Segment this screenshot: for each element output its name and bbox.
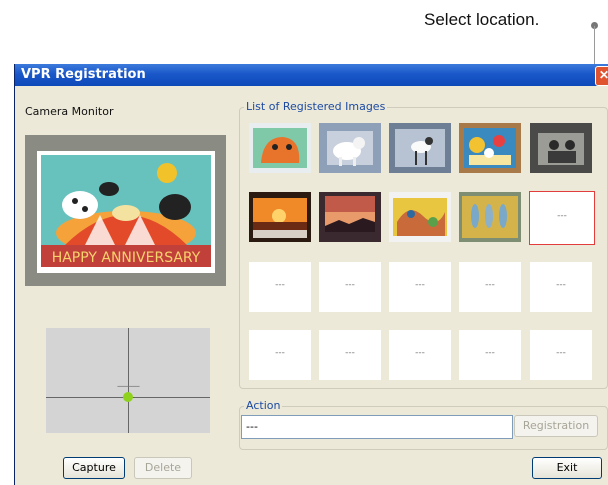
empty-slot-text: --- bbox=[556, 348, 566, 358]
title-bar[interactable]: VPR Registration ✕ bbox=[15, 64, 608, 86]
empty-slot-text: --- bbox=[275, 348, 285, 358]
empty-slot-text: --- bbox=[345, 280, 355, 290]
registered-image-slot[interactable] bbox=[459, 123, 521, 173]
registered-image-slot[interactable] bbox=[389, 123, 451, 173]
registered-image-slot[interactable]: --- bbox=[459, 262, 521, 312]
registered-image-slot[interactable] bbox=[319, 192, 381, 242]
photo-dark-scene-icon bbox=[530, 123, 592, 173]
photo-orange-animal-icon bbox=[249, 123, 311, 173]
select-location-callout: Select location. bbox=[424, 10, 540, 29]
empty-slot-text: --- bbox=[275, 280, 285, 290]
registered-image-slot[interactable] bbox=[530, 123, 592, 173]
registered-image-slot[interactable]: --- bbox=[459, 330, 521, 380]
capture-button[interactable]: Capture bbox=[63, 457, 125, 479]
svg-text:HAPPY ANNIVERSARY: HAPPY ANNIVERSARY bbox=[52, 250, 201, 266]
photo-white-robot-icon bbox=[319, 123, 381, 173]
empty-slot-text: --- bbox=[345, 348, 355, 358]
camera-monitor-view: HAPPY ANNIVERSARY bbox=[25, 135, 226, 286]
registered-image-slot[interactable] bbox=[459, 192, 521, 242]
registered-images-label: List of Registered Images bbox=[244, 100, 388, 113]
registered-image-slot[interactable]: --- bbox=[530, 262, 592, 312]
registered-image-slot[interactable]: --- bbox=[249, 330, 311, 380]
delete-button[interactable]: Delete bbox=[134, 457, 192, 479]
photo-yellow-card-icon bbox=[389, 192, 451, 242]
registered-image-slot[interactable] bbox=[389, 192, 451, 242]
registered-image-slot[interactable]: --- bbox=[529, 191, 595, 245]
position-target-area: ----------- bbox=[46, 328, 210, 433]
window-title: VPR Registration bbox=[21, 67, 146, 82]
registered-image-slot[interactable] bbox=[249, 192, 311, 242]
exit-button[interactable]: Exit bbox=[532, 457, 602, 479]
empty-slot-text: --- bbox=[415, 280, 425, 290]
empty-slot-text: --- bbox=[557, 211, 567, 221]
registration-button[interactable]: Registration bbox=[514, 415, 598, 437]
registered-image-slot[interactable] bbox=[319, 123, 381, 173]
registered-image-slot[interactable] bbox=[249, 123, 311, 173]
target-position-dot bbox=[123, 392, 133, 402]
registered-image-slot[interactable]: --- bbox=[319, 262, 381, 312]
photo-birds-icon bbox=[459, 192, 521, 242]
camera-monitor-label: Camera Monitor bbox=[25, 105, 114, 118]
photo-robot-dog-icon bbox=[389, 123, 451, 173]
registered-image-slot[interactable]: --- bbox=[389, 330, 451, 380]
registered-image-slot[interactable]: --- bbox=[530, 330, 592, 380]
registered-image-slot[interactable]: --- bbox=[249, 262, 311, 312]
empty-slot-text: --- bbox=[415, 348, 425, 358]
photo-sunset-icon bbox=[249, 192, 311, 242]
empty-slot-text: --- bbox=[556, 280, 566, 290]
registered-image-slot[interactable]: --- bbox=[319, 330, 381, 380]
camera-feed-image: HAPPY ANNIVERSARY bbox=[25, 135, 226, 286]
photo-colorful-card-icon bbox=[459, 123, 521, 173]
photo-dusk-sky-icon bbox=[319, 192, 381, 242]
close-icon[interactable]: ✕ bbox=[595, 66, 608, 86]
empty-slot-text: --- bbox=[485, 348, 495, 358]
action-status-field: --- bbox=[241, 415, 513, 439]
action-label: Action bbox=[244, 399, 283, 412]
target-marker-text: ----------- bbox=[117, 381, 140, 391]
vpr-registration-window: VPR Registration ✕ Camera Monitor HAPPY … bbox=[14, 64, 608, 485]
empty-slot-text: --- bbox=[485, 280, 495, 290]
registered-image-slot[interactable]: --- bbox=[389, 262, 451, 312]
